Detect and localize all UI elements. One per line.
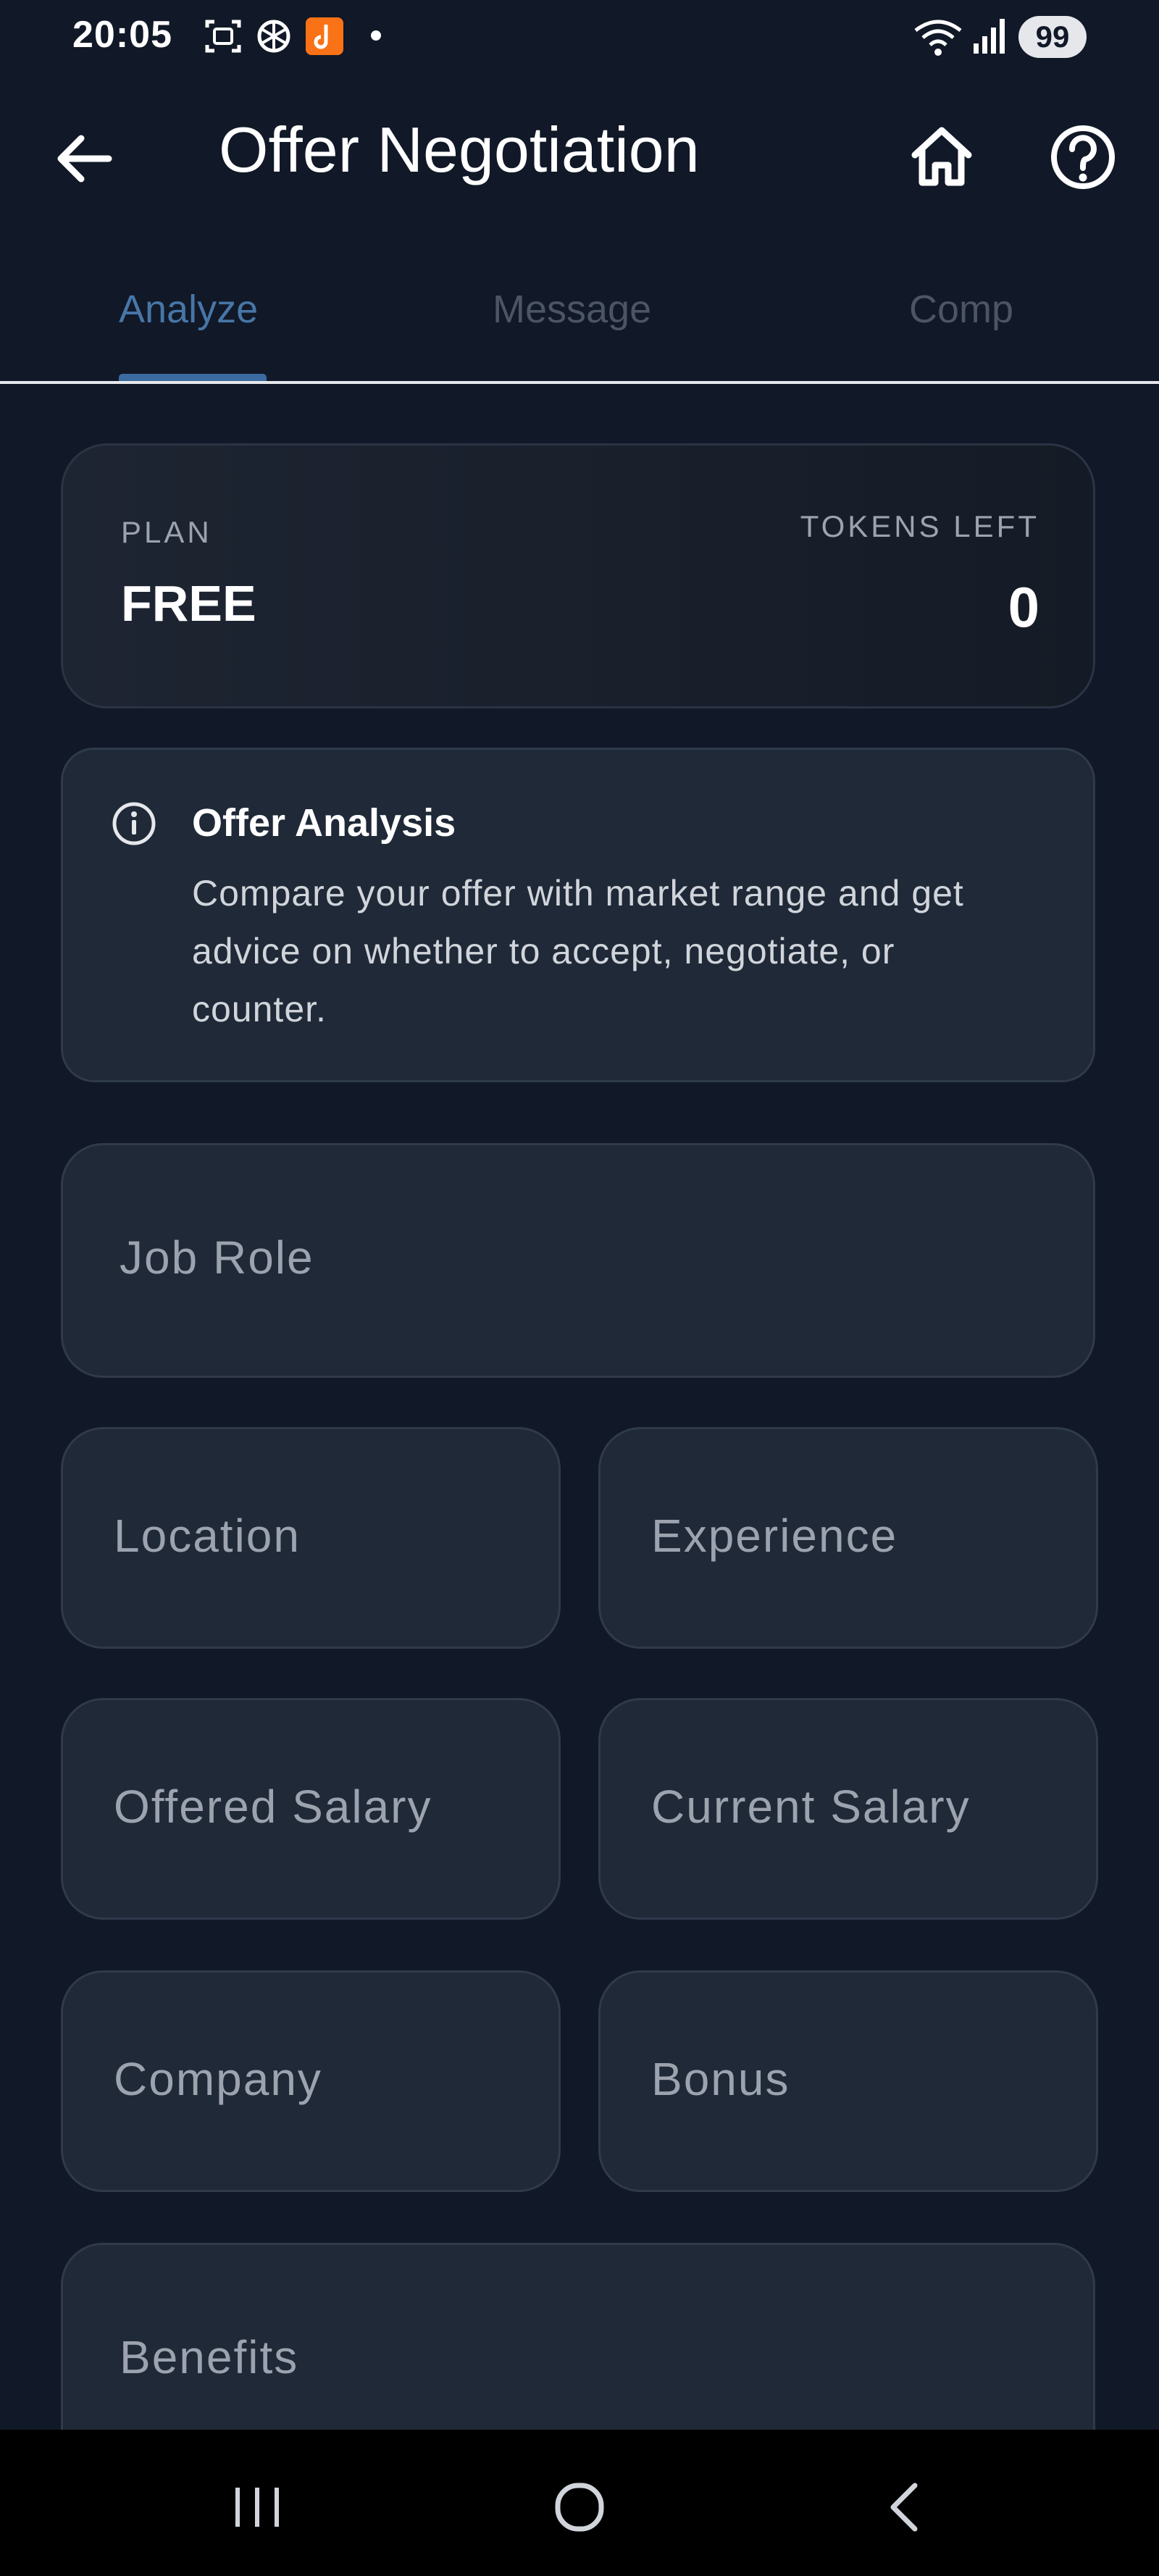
tab-bar: Analyze Message Comp: [0, 268, 1159, 384]
recent-apps-icon[interactable]: [217, 2467, 297, 2547]
dot-icon: [371, 30, 381, 41]
page-title: Offer Negotiation: [219, 114, 700, 185]
company-field[interactable]: Company: [61, 1970, 561, 2192]
experience-field[interactable]: Experience: [598, 1427, 1098, 1649]
tokens-left-value: 0: [1008, 575, 1039, 639]
plan-label: PLAN: [121, 515, 212, 549]
offered-salary-field[interactable]: Offered Salary: [61, 1698, 561, 1920]
system-navigation-bar: [0, 2430, 1159, 2576]
app-notification-icon: [306, 17, 343, 55]
location-field[interactable]: Location: [61, 1427, 561, 1649]
tab-comp[interactable]: Comp: [909, 287, 1013, 332]
signal-icon: [974, 19, 1005, 54]
screenshot-icon: [205, 20, 241, 53]
battery-level: 99: [1018, 16, 1087, 58]
plan-value: FREE: [121, 575, 256, 632]
benefits-label: Benefits: [120, 2331, 299, 2383]
current-salary-label: Current Salary: [651, 1781, 971, 1833]
help-circle-icon[interactable]: [1043, 117, 1123, 197]
tokens-left-label: TOKENS LEFT: [800, 509, 1039, 543]
home-circle-icon[interactable]: [540, 2467, 619, 2547]
info-description: Compare your offer with market range and…: [192, 873, 964, 1029]
wifi-icon: [914, 20, 962, 56]
app-bar: Offer Negotiation: [0, 75, 1159, 235]
plan-card: PLAN FREE TOKENS LEFT 0: [61, 443, 1095, 708]
info-icon: [112, 802, 156, 845]
tab-message[interactable]: Message: [493, 287, 651, 332]
offered-salary-label: Offered Salary: [114, 1781, 432, 1833]
bonus-field[interactable]: Bonus: [598, 1970, 1098, 2192]
bonus-label: Bonus: [651, 2053, 790, 2105]
back-chevron-icon[interactable]: [866, 2467, 945, 2547]
experience-label: Experience: [651, 1510, 898, 1562]
current-salary-field[interactable]: Current Salary: [598, 1698, 1098, 1920]
home-icon[interactable]: [902, 117, 982, 197]
info-title: Offer Analysis: [192, 801, 456, 845]
job-role-label: Job Role: [120, 1231, 314, 1284]
job-role-field[interactable]: Job Role: [61, 1143, 1095, 1378]
offer-analysis-info-card: Offer Analysis Compare your offer with m…: [61, 748, 1095, 1082]
tab-analyze[interactable]: Analyze: [119, 287, 258, 332]
company-label: Company: [114, 2053, 322, 2105]
location-label: Location: [114, 1510, 301, 1562]
status-bar: 20:05 99: [0, 0, 1159, 75]
status-time: 20:05: [72, 14, 172, 56]
arrow-left-icon[interactable]: [45, 119, 125, 198]
active-tab-indicator: [119, 374, 267, 381]
openai-icon: [257, 20, 290, 53]
